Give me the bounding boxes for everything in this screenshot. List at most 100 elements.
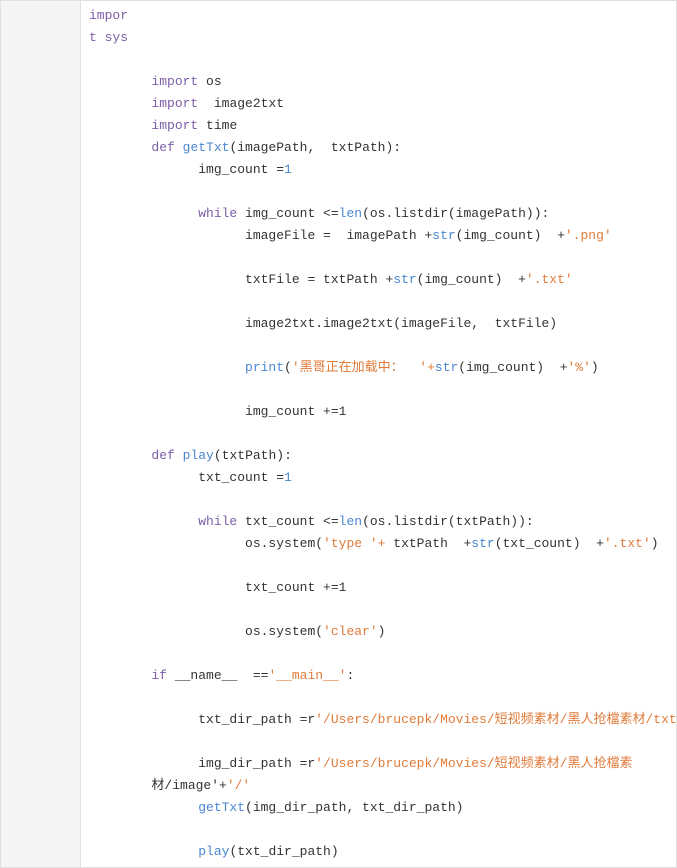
code-token: (os.listdir(imagePath)):	[362, 203, 549, 225]
code-line: img_dir_path =r'/Users/brucepk/Movies/短视…	[89, 753, 676, 775]
line-number	[1, 577, 80, 599]
code-line	[89, 643, 676, 665]
code-token: 1	[284, 159, 292, 181]
code-line: txtFile = txtPath +str(img_count) +'.txt…	[89, 269, 676, 291]
code-token: if	[151, 665, 167, 687]
code-token	[89, 709, 198, 731]
code-token	[175, 445, 183, 467]
code-line	[89, 423, 676, 445]
code-token: def	[151, 445, 174, 467]
code-token	[89, 533, 245, 555]
line-number	[1, 643, 80, 665]
code-token: str	[432, 225, 455, 247]
code-token	[89, 445, 151, 467]
code-line: txt_dir_path =r'/Users/brucepk/Movies/短视…	[89, 709, 676, 731]
line-number	[1, 379, 80, 401]
code-token	[89, 313, 245, 335]
code-line: while txt_count <=len(os.listdir(txtPath…	[89, 511, 676, 533]
code-token: 'clear'	[323, 621, 378, 643]
code-token: )	[378, 621, 386, 643]
code-line: os.system('clear')	[89, 621, 676, 643]
line-number	[1, 511, 80, 533]
code-token	[89, 577, 245, 599]
code-token: )	[591, 357, 599, 379]
code-token	[175, 137, 183, 159]
code-line: play(txt_dir_path)	[89, 841, 676, 863]
code-line: print('黑哥正在加载中： '+str(img_count) +'%')	[89, 357, 676, 379]
code-line: import time	[89, 115, 676, 137]
code-token: os.system(	[245, 533, 323, 555]
code-line	[89, 489, 676, 511]
line-number	[1, 621, 80, 643]
code-token: print	[245, 357, 284, 379]
line-number	[1, 335, 80, 357]
code-token: img_count +=1	[245, 401, 346, 423]
code-token: __name__ ==	[167, 665, 268, 687]
line-number	[1, 247, 80, 269]
code-token	[89, 753, 198, 775]
code-token: (img_dir_path, txt_dir_path)	[245, 797, 463, 819]
code-token: str	[393, 269, 416, 291]
code-line	[89, 49, 676, 71]
line-number	[1, 489, 80, 511]
code-token: (img_count) +	[458, 357, 567, 379]
line-number	[1, 709, 80, 731]
line-number	[1, 797, 80, 819]
code-token: )	[651, 533, 659, 555]
code-token: '/'	[227, 775, 250, 797]
code-token: while	[198, 511, 237, 533]
code-line: import os	[89, 71, 676, 93]
code-token: txtFile = txtPath +	[245, 269, 393, 291]
code-token: :	[346, 665, 354, 687]
code-line: while img_count <=len(os.listdir(imagePa…	[89, 203, 676, 225]
code-line: getTxt(img_dir_path, txt_dir_path)	[89, 797, 676, 819]
code-token: txt_count <=	[237, 511, 338, 533]
code-line: 材/image'+'/'	[89, 775, 676, 797]
line-number	[1, 731, 80, 753]
line-number	[1, 357, 80, 379]
code-token: '/Users/brucepk/Movies/短视频素材/黑人抢檔素	[315, 753, 632, 775]
code-token: txt_dir_path =r	[198, 709, 315, 731]
code-token: img_count =	[198, 159, 284, 181]
code-token: 'type '+	[323, 533, 385, 555]
code-line	[89, 731, 676, 753]
line-number	[1, 841, 80, 863]
code-token: t sys	[89, 27, 128, 49]
code-line	[89, 335, 676, 357]
code-token: '%'	[568, 357, 591, 379]
line-number	[1, 313, 80, 335]
line-number	[1, 181, 80, 203]
code-token: (txt_count) +	[495, 533, 604, 555]
code-area[interactable]: import sys import os import image2txt im…	[81, 1, 676, 867]
code-token: (img_count) +	[417, 269, 526, 291]
line-number	[1, 5, 80, 27]
code-token: img_count <=	[237, 203, 338, 225]
code-token: str	[471, 533, 494, 555]
code-token	[89, 841, 198, 863]
code-line	[89, 291, 676, 313]
line-number	[1, 819, 80, 841]
code-line: impor	[89, 5, 676, 27]
code-token	[89, 621, 245, 643]
line-number	[1, 203, 80, 225]
code-token: (img_count) +	[456, 225, 565, 247]
code-token: (	[284, 357, 292, 379]
code-token: getTxt	[183, 137, 230, 159]
code-line: txt_count +=1	[89, 577, 676, 599]
code-token: txt_count =	[198, 467, 284, 489]
line-number	[1, 753, 80, 775]
line-number	[1, 159, 80, 181]
code-token: getTxt	[198, 797, 245, 819]
line-number	[1, 291, 80, 313]
code-token: 1	[284, 467, 292, 489]
code-line	[89, 819, 676, 841]
code-token	[89, 159, 198, 181]
code-token: time	[198, 115, 237, 137]
line-number	[1, 27, 80, 49]
code-token: imageFile = imagePath +	[245, 225, 432, 247]
code-line	[89, 687, 676, 709]
code-token: '.txt'	[526, 269, 573, 291]
code-token: img_dir_path =r	[198, 753, 315, 775]
code-token: os	[198, 71, 221, 93]
line-number	[1, 93, 80, 115]
